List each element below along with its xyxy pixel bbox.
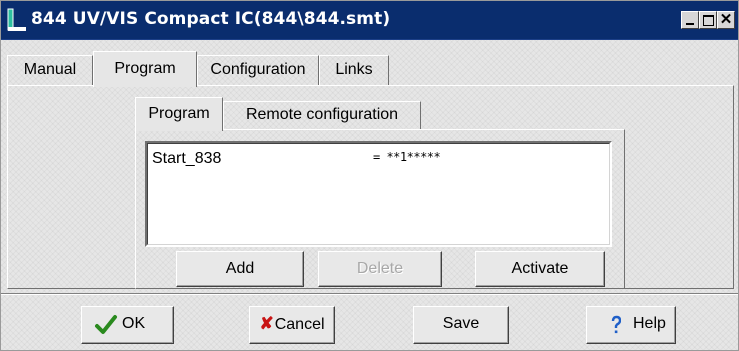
subtab-program[interactable]: Program bbox=[135, 97, 223, 131]
tab-program[interactable]: Program bbox=[93, 51, 197, 87]
cancel-label: Cancel bbox=[274, 316, 325, 333]
minimize-button[interactable] bbox=[681, 11, 699, 29]
maximize-button[interactable] bbox=[699, 11, 717, 29]
delete-button[interactable]: Delete bbox=[318, 251, 442, 287]
separator bbox=[1, 293, 738, 295]
save-button[interactable]: Save bbox=[413, 306, 509, 344]
program-value: = **1***** bbox=[373, 150, 441, 164]
list-item[interactable]: Start_838 = **1***** bbox=[152, 150, 602, 170]
question-mark-icon bbox=[611, 315, 621, 334]
program-list[interactable]: Start_838 = **1***** bbox=[145, 141, 612, 247]
tab-manual[interactable]: Manual bbox=[7, 55, 93, 85]
ok-label: OK bbox=[122, 315, 146, 332]
close-icon: ✕ bbox=[719, 11, 733, 28]
help-button[interactable]: Help bbox=[586, 306, 676, 344]
cancel-button[interactable]: ✘Cancel bbox=[249, 306, 335, 344]
close-button[interactable]: ✕ bbox=[717, 11, 735, 29]
window-title: 844 UV/VIS Compact IC(844\844.smt) bbox=[31, 9, 391, 29]
subtab-remote-configuration[interactable]: Remote configuration bbox=[223, 101, 421, 129]
program-name: Start_838 bbox=[152, 150, 222, 167]
activate-button[interactable]: Activate bbox=[475, 251, 605, 287]
tab-links[interactable]: Links bbox=[319, 55, 389, 85]
title-bar[interactable]: 844 UV/VIS Compact IC(844\844.smt) ✕ bbox=[1, 1, 738, 40]
tab-configuration[interactable]: Configuration bbox=[197, 55, 319, 85]
dialog-window: 844 UV/VIS Compact IC(844\844.smt) ✕ Man… bbox=[0, 0, 739, 351]
cross-icon: ✘ bbox=[259, 314, 274, 333]
checkmark-icon bbox=[95, 315, 117, 334]
help-label: Help bbox=[633, 315, 666, 332]
instrument-icon bbox=[7, 8, 26, 31]
ok-button[interactable]: OK bbox=[81, 306, 174, 344]
add-button[interactable]: Add bbox=[176, 251, 304, 287]
